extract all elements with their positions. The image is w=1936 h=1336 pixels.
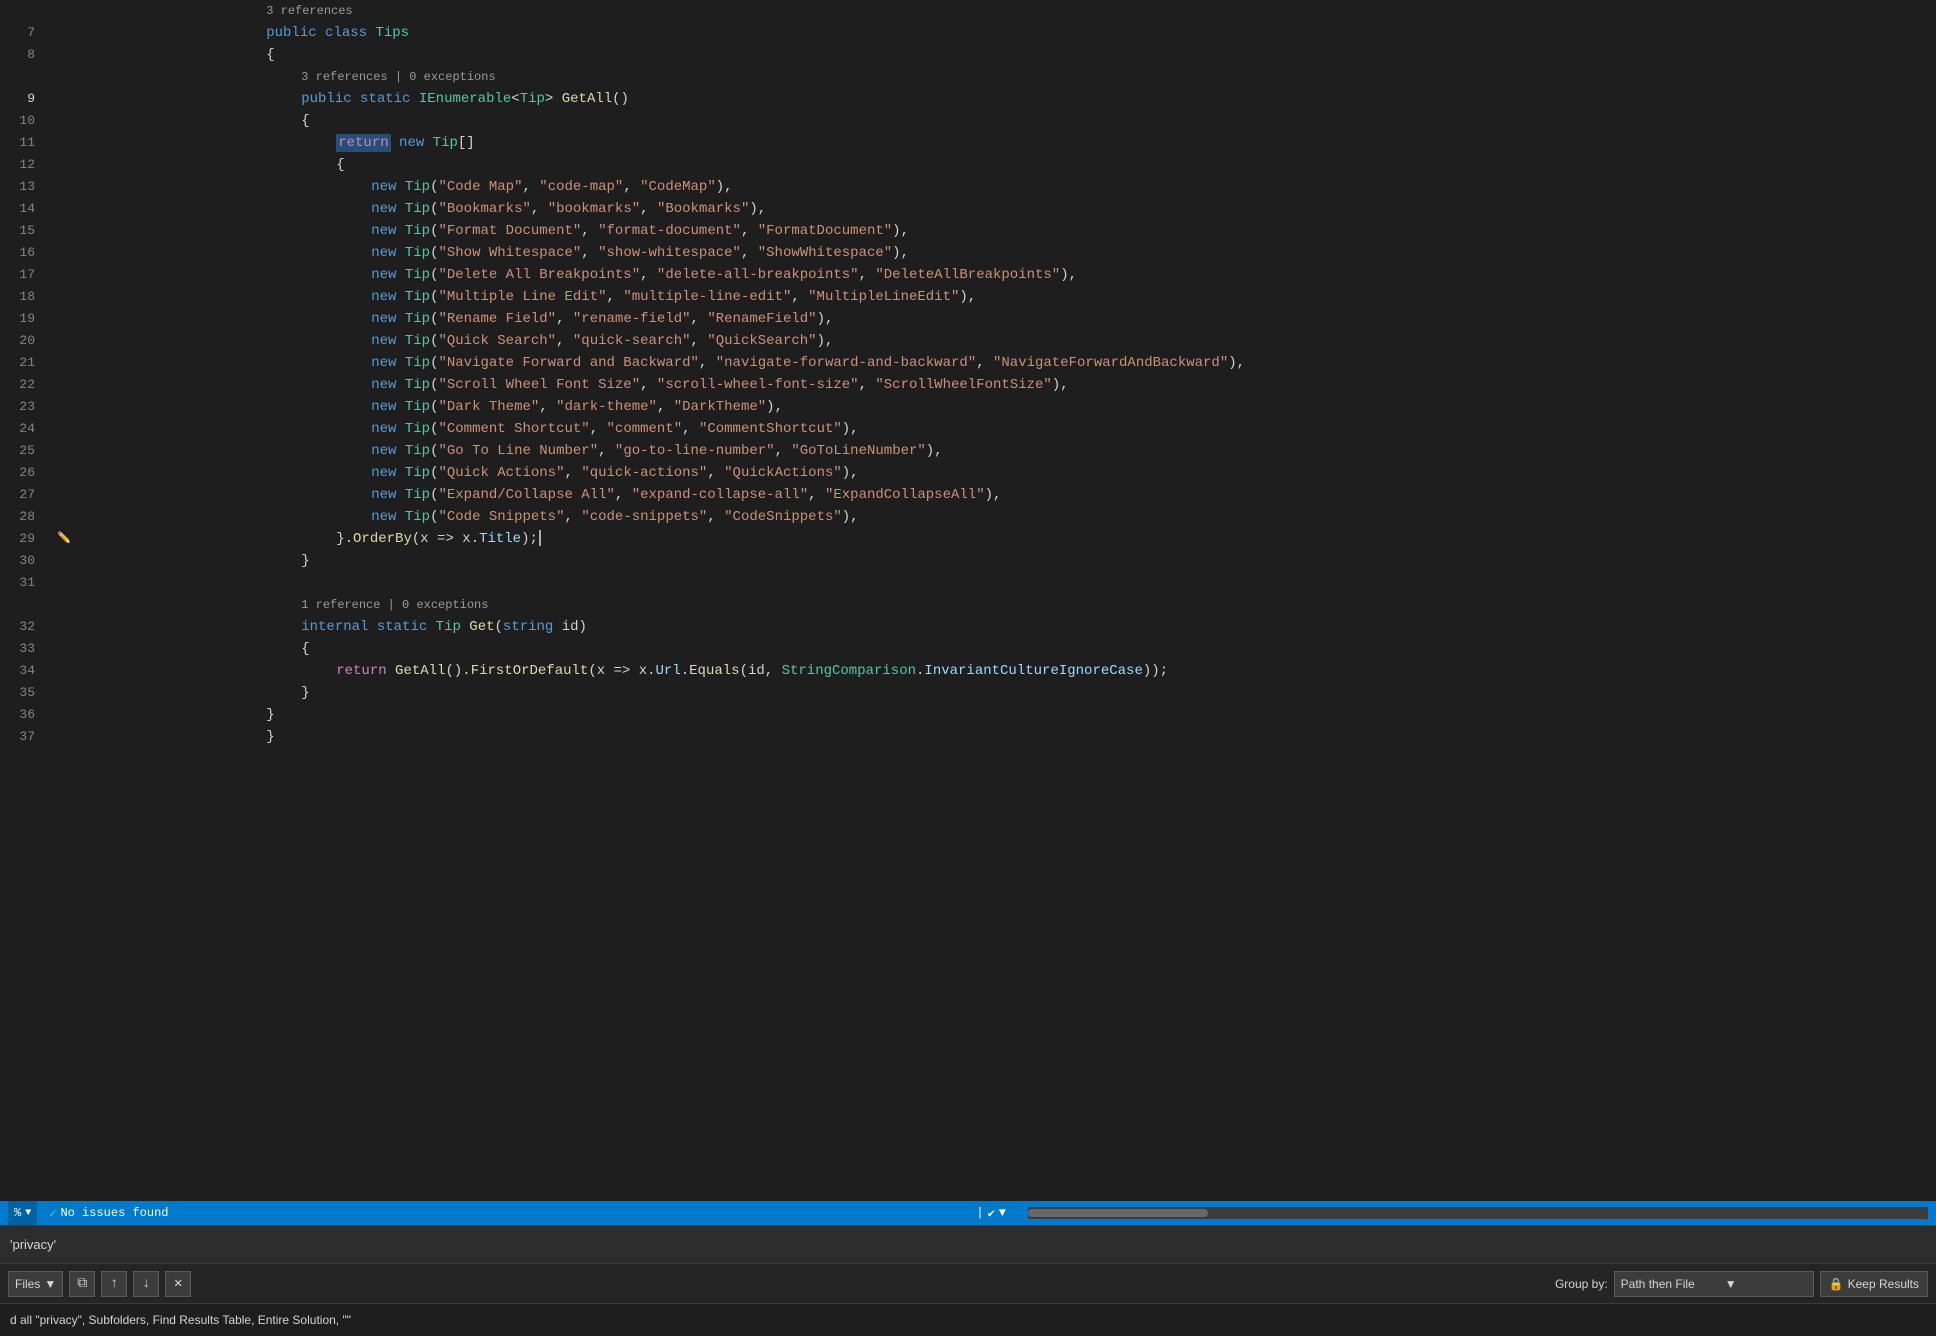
dropdown-arrow: ▼ [999,1206,1006,1220]
lock-icon: 🔒 [1829,1277,1844,1291]
code-editor[interactable]: 3 references 7 public class Tips 8 { 3 r… [0,0,1936,1201]
clear-button[interactable]: ✕ [165,1271,191,1297]
status-bar: % ▼ ✓ No issues found | ✔ ▼ [0,1201,1936,1225]
clear-icon: ✕ [174,1275,182,1292]
table-row: 30 } [0,550,1936,572]
checkmark-icon: ✔ [988,1206,995,1221]
table-row: 37 } [0,726,1936,748]
find-status-text: d all "privacy", Subfolders, Find Result… [10,1313,351,1327]
code-lines: 3 references 7 public class Tips 8 { 3 r… [0,0,1936,748]
dropdown-chevron: ▼ [44,1277,56,1291]
find-toolbar: Files ▼ ⧉ ↑ ↓ ✕ Group by: Path then File… [0,1264,1936,1304]
scroll-controls: | ✔ ▼ [976,1206,1006,1221]
find-panel-header: 'privacy' [0,1226,1936,1264]
group-by-chevron: ▼ [1725,1277,1737,1291]
horizontal-scrollbar[interactable] [1028,1207,1928,1219]
group-by-value: Path then File [1621,1277,1695,1291]
keep-results-button[interactable]: 🔒 Keep Results [1820,1271,1928,1297]
no-issues-status: ✓ No issues found [49,1206,168,1221]
find-status: d all "privacy", Subfolders, Find Result… [0,1304,1936,1336]
scope-dropdown[interactable]: Files ▼ [8,1271,63,1297]
next-result-button[interactable]: ↓ [133,1271,159,1297]
prev-icon: ↑ [110,1276,118,1292]
prev-result-button[interactable]: ↑ [101,1271,127,1297]
dropdown-icon: ▼ [25,1208,31,1219]
scope-label: Files [15,1277,40,1291]
find-panel: 'privacy' Files ▼ ⧉ ↑ ↓ ✕ Group by: Path… [0,1225,1936,1336]
zoom-level[interactable]: % ▼ [8,1201,37,1225]
find-panel-search-term: 'privacy' [10,1237,56,1252]
keep-results-label: Keep Results [1848,1277,1919,1291]
check-icon: ✓ [49,1206,56,1221]
group-by-dropdown[interactable]: Path then File ▼ [1614,1271,1814,1297]
group-by-label: Group by: [1555,1277,1608,1291]
copy-icon: ⧉ [77,1276,87,1292]
copy-button[interactable]: ⧉ [69,1271,95,1297]
next-icon: ↓ [142,1276,150,1292]
